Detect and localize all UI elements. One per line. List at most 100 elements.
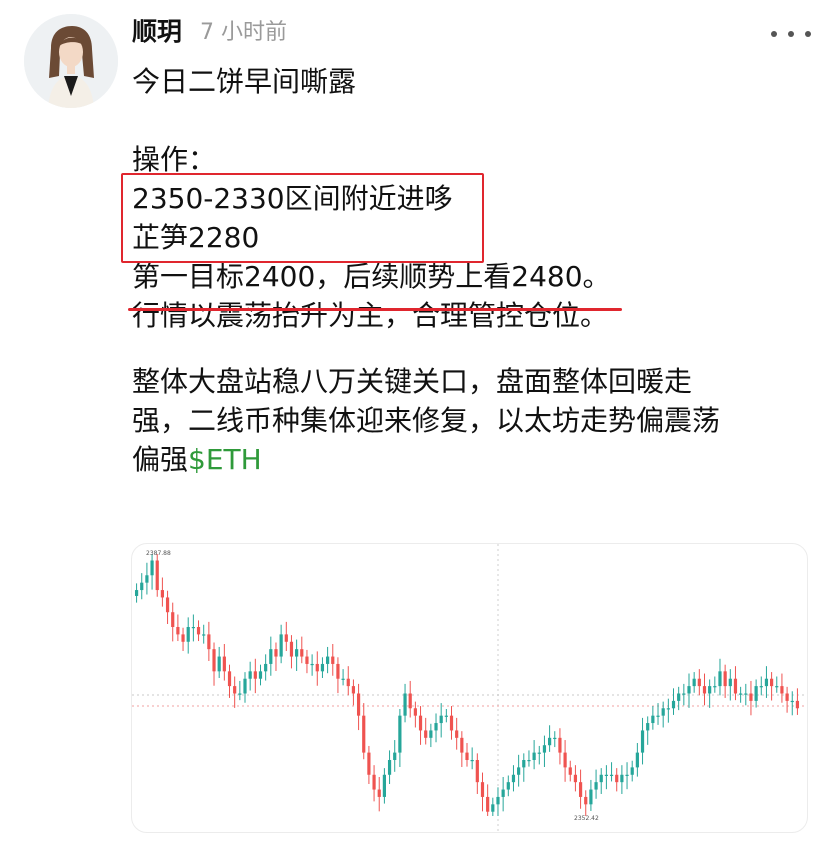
candle xyxy=(155,554,159,597)
candle xyxy=(666,698,670,723)
candle xyxy=(372,765,376,802)
candle xyxy=(594,769,598,799)
candle xyxy=(522,753,526,782)
candle xyxy=(258,664,263,686)
candle xyxy=(785,686,789,713)
post-time: 7 小时前 xyxy=(200,20,288,45)
candle xyxy=(434,713,438,743)
candle xyxy=(243,672,247,703)
strategy-text: 行情以震荡抬升为主，合理管控仓位。 xyxy=(132,299,609,332)
candle xyxy=(181,627,185,652)
candle xyxy=(315,651,319,686)
candle xyxy=(646,716,650,745)
candle xyxy=(537,745,541,765)
candle xyxy=(320,657,325,678)
candle xyxy=(635,743,639,777)
candle xyxy=(640,717,645,765)
candle xyxy=(289,635,294,669)
candle xyxy=(620,765,624,794)
market-text-line-2: 强，二线币种集体迎来修复，以太坊走势偏震荡 xyxy=(132,404,721,437)
candle xyxy=(305,649,309,674)
candles-group xyxy=(134,554,800,816)
candle xyxy=(393,740,397,772)
candle xyxy=(377,776,381,812)
candlestick-chart: 2387.88 2352.42 xyxy=(132,544,807,832)
candle xyxy=(408,680,412,718)
candle xyxy=(764,666,769,698)
candle xyxy=(140,573,144,600)
candle xyxy=(506,775,510,797)
candle xyxy=(165,590,170,625)
price-chart-image[interactable]: 2387.88 2352.42 xyxy=(131,543,808,833)
candle xyxy=(708,679,712,708)
market-text-tail: 偏强 xyxy=(132,443,189,476)
candle xyxy=(677,686,681,711)
author-avatar[interactable] xyxy=(24,14,118,108)
candle xyxy=(191,614,195,642)
high-price-label: 2387.88 xyxy=(146,550,171,557)
post-content: 今日二饼早间嘶露 操作： 2350-2330区间附近进哆 芷笋2280 第一目标… xyxy=(121,62,812,479)
candle xyxy=(604,765,608,790)
candle xyxy=(341,669,345,686)
candle xyxy=(202,624,206,644)
candle xyxy=(269,636,273,676)
candle xyxy=(713,676,717,693)
candle xyxy=(326,646,330,674)
candle xyxy=(145,562,149,595)
candle xyxy=(491,797,495,816)
candle xyxy=(759,676,763,696)
post-title: 今日二饼早间嘶露 xyxy=(132,65,357,98)
candle xyxy=(573,765,578,792)
candle xyxy=(222,643,226,681)
candle xyxy=(718,658,722,696)
candle xyxy=(310,654,314,676)
candle xyxy=(511,765,516,792)
low-price-label: 2352.42 xyxy=(574,815,599,822)
candle xyxy=(470,747,474,770)
candle xyxy=(196,620,201,642)
candle xyxy=(728,669,732,701)
candle xyxy=(548,725,552,752)
candle xyxy=(671,688,676,715)
post-header: 顺玥 7 小时前 xyxy=(132,12,287,48)
candle xyxy=(527,750,531,767)
candle xyxy=(284,621,288,652)
candle xyxy=(475,753,479,794)
candle xyxy=(558,728,562,765)
candle xyxy=(444,709,448,723)
ticker-link[interactable]: $ETH xyxy=(188,443,262,476)
candle xyxy=(171,602,175,642)
candle xyxy=(413,701,417,728)
candle xyxy=(356,683,361,731)
candle xyxy=(651,706,655,730)
candle xyxy=(274,642,278,671)
author-name[interactable]: 顺玥 xyxy=(132,12,182,48)
candle xyxy=(382,768,386,804)
candle xyxy=(795,688,800,715)
candle xyxy=(424,717,428,745)
candle xyxy=(697,669,701,696)
candle xyxy=(387,750,392,785)
candle xyxy=(217,646,221,678)
more-options-icon[interactable] xyxy=(771,22,811,46)
candle xyxy=(300,636,304,664)
market-text-line-1: 整体大盘站稳八万关键关口，盘面整体回暖走 xyxy=(132,365,693,398)
candle xyxy=(780,673,784,703)
candle xyxy=(599,768,603,794)
candle xyxy=(455,717,459,750)
candle xyxy=(563,740,567,782)
candle xyxy=(418,706,423,745)
candle xyxy=(346,666,350,696)
candle xyxy=(429,723,433,748)
red-underline xyxy=(128,308,622,311)
candle xyxy=(542,735,547,768)
candle xyxy=(656,703,660,725)
candle xyxy=(176,614,180,642)
candle xyxy=(238,680,242,701)
candle xyxy=(615,768,619,792)
candle xyxy=(460,731,464,768)
candle xyxy=(367,745,371,785)
candle xyxy=(532,740,536,770)
candle xyxy=(264,654,268,681)
candle xyxy=(692,672,696,693)
